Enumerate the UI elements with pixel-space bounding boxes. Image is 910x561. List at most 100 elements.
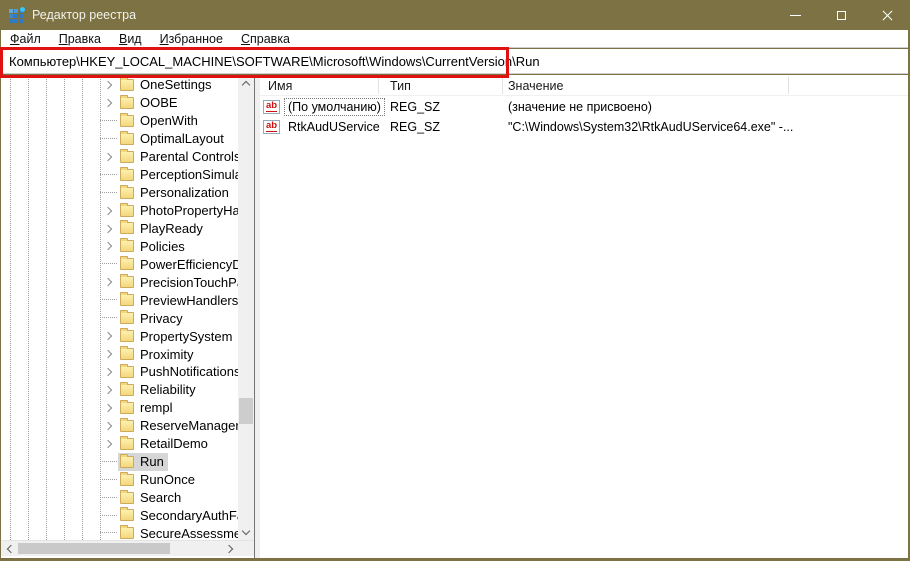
tree-item[interactable]: Parental Controls <box>1 148 238 166</box>
folder-icon <box>120 276 134 288</box>
folder-icon <box>120 474 134 486</box>
tree-item[interactable]: PhotoPropertyHan <box>1 202 238 220</box>
folder-icon <box>120 384 134 396</box>
tree-item[interactable]: SecondaryAuthFac <box>1 507 238 525</box>
list-header: Имя Тип Значение <box>260 75 908 96</box>
folder-icon <box>120 330 134 342</box>
tree-item-label: Proximity <box>140 347 193 362</box>
menu-item[interactable]: Избранное <box>151 32 232 46</box>
column-header-name[interactable]: Имя <box>268 75 292 96</box>
expand-chevron-icon[interactable] <box>104 386 112 394</box>
tree-item[interactable]: PerceptionSimulat <box>1 166 238 184</box>
tree-item-label: ReserveManager <box>140 418 238 433</box>
menu-item[interactable]: Правка <box>50 32 110 46</box>
tree-item[interactable]: PlayReady <box>1 220 238 238</box>
tree-item[interactable]: PowerEfficiencyDi <box>1 255 238 273</box>
tree-item[interactable]: OptimalLayout <box>1 130 238 148</box>
tree-item[interactable]: OneSettings <box>1 76 238 94</box>
tree-item[interactable]: OOBE <box>1 94 238 112</box>
tree-item[interactable]: Search <box>1 489 238 507</box>
tree-item[interactable]: Personalization <box>1 184 238 202</box>
value-name: RtkAudUService <box>284 118 384 136</box>
expand-chevron-icon[interactable] <box>104 404 112 412</box>
address-bar[interactable]: Компьютер\HKEY_LOCAL_MACHINE\SOFTWARE\Mi… <box>1 49 908 74</box>
folder-icon <box>120 133 134 145</box>
expand-chevron-icon[interactable] <box>104 332 112 340</box>
close-button[interactable] <box>864 0 910 30</box>
tree-item-label: PreviewHandlers <box>140 293 238 308</box>
tree-item[interactable]: PrecisionTouchPa <box>1 273 238 291</box>
menu-item[interactable]: Справка <box>232 32 299 46</box>
tree-item-label: RunOnce <box>140 472 195 487</box>
minimize-icon <box>790 15 801 16</box>
column-header-value[interactable]: Значение <box>508 75 563 96</box>
tree-item-label: OneSettings <box>140 77 212 92</box>
expand-chevron-icon[interactable] <box>104 440 112 448</box>
expand-chevron-icon[interactable] <box>104 368 112 376</box>
tree-item[interactable]: SecureAssessment <box>1 524 238 540</box>
menu-item[interactable]: Файл <box>1 32 50 46</box>
tree-connector <box>100 138 118 139</box>
expand-chevron-icon[interactable] <box>104 422 112 430</box>
scroll-up-button[interactable] <box>238 75 254 91</box>
expand-chevron-icon[interactable] <box>104 242 112 250</box>
tree-item[interactable]: PushNotifications <box>1 363 238 381</box>
horizontal-scrollbar-thumb[interactable] <box>18 543 170 554</box>
folder-icon <box>120 240 134 252</box>
folder-icon <box>120 366 134 378</box>
column-separator[interactable] <box>788 77 789 94</box>
values-panel: Имя Тип Значение ab (По умолчанию) REG_S… <box>260 75 908 558</box>
folder-icon <box>120 294 134 306</box>
expand-chevron-icon[interactable] <box>104 224 112 232</box>
tree-vertical-scrollbar[interactable] <box>238 75 254 540</box>
chevron-left-icon <box>6 545 14 553</box>
value-type: REG_SZ <box>390 97 440 117</box>
menu-item[interactable]: Вид <box>110 32 151 46</box>
tree-item-label: OptimalLayout <box>140 131 224 146</box>
column-separator[interactable] <box>378 77 379 94</box>
tree-item-label: OpenWith <box>140 113 198 128</box>
tree-connector <box>100 461 118 462</box>
tree-item[interactable]: PreviewHandlers <box>1 291 238 309</box>
vertical-scrollbar-thumb[interactable] <box>239 398 253 424</box>
tree-item[interactable]: Privacy <box>1 309 238 327</box>
tree-horizontal-scrollbar[interactable] <box>1 540 254 556</box>
menubar: ФайлПравкаВидИзбранноеСправка <box>1 30 908 48</box>
tree-item[interactable]: Policies <box>1 237 238 255</box>
scroll-left-button[interactable] <box>1 541 17 557</box>
value-data: "C:\Windows\System32\RtkAudUService64.ex… <box>508 117 793 137</box>
tree-connector <box>100 317 118 318</box>
value-row[interactable]: ab (По умолчанию) REG_SZ (значение не пр… <box>260 97 908 117</box>
scroll-right-button[interactable] <box>222 541 238 557</box>
column-header-type[interactable]: Тип <box>390 75 411 96</box>
value-data: (значение не присвоено) <box>508 97 652 117</box>
tree-item[interactable]: Run <box>1 453 238 471</box>
expand-chevron-icon[interactable] <box>104 99 112 107</box>
folder-icon <box>120 187 134 199</box>
expand-chevron-icon[interactable] <box>104 278 112 286</box>
expand-chevron-icon[interactable] <box>104 153 112 161</box>
tree-item[interactable]: OpenWith <box>1 112 238 130</box>
tree-item-label: Run <box>140 454 164 469</box>
tree-item[interactable]: RetailDemo <box>1 435 238 453</box>
tree-item[interactable]: ReserveManager <box>1 417 238 435</box>
tree-item[interactable]: Reliability <box>1 381 238 399</box>
scroll-down-button[interactable] <box>238 524 254 540</box>
value-row[interactable]: ab RtkAudUService REG_SZ "C:\Windows\Sys… <box>260 117 908 137</box>
tree-item[interactable]: RunOnce <box>1 471 238 489</box>
tree-connector <box>100 192 118 193</box>
maximize-button[interactable] <box>818 0 864 30</box>
folder-icon <box>120 438 134 450</box>
tree-item[interactable]: rempl <box>1 399 238 417</box>
tree-item-label: RetailDemo <box>140 436 208 451</box>
folder-icon <box>120 222 134 234</box>
tree-item-label: PrecisionTouchPa <box>140 275 238 290</box>
expand-chevron-icon[interactable] <box>104 81 112 89</box>
tree-item[interactable]: PropertySystem <box>1 327 238 345</box>
folder-icon <box>120 115 134 127</box>
minimize-button[interactable] <box>772 0 818 30</box>
expand-chevron-icon[interactable] <box>104 350 112 358</box>
column-separator[interactable] <box>502 77 503 94</box>
tree-item[interactable]: Proximity <box>1 345 238 363</box>
expand-chevron-icon[interactable] <box>104 206 112 214</box>
